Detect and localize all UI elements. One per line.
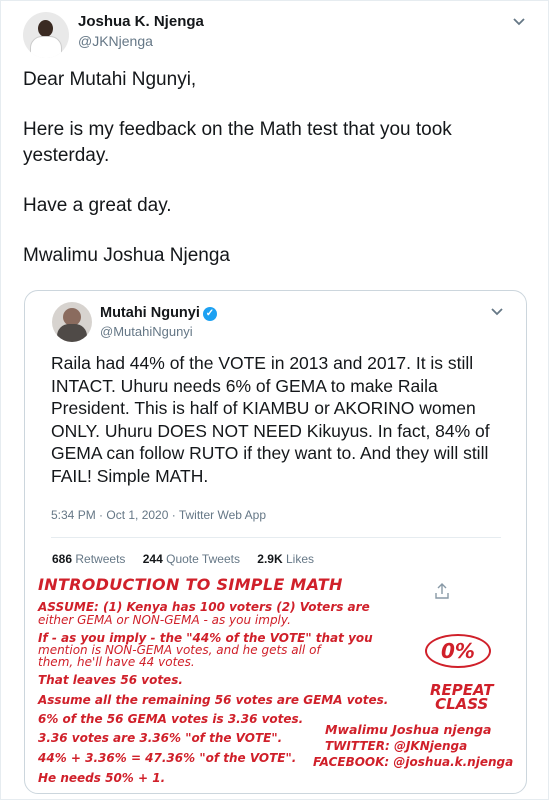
annotation-line: them, he'll have 44 votes.	[38, 655, 195, 669]
annotation-title: INTRODUCTION TO SIMPLE MATH	[38, 575, 343, 594]
avatar-body-shape	[57, 324, 87, 342]
annotation-line: ASSUME: (1) Kenya has 100 voters (2) Vot…	[38, 600, 370, 614]
annotation-signature: Mwalimu Joshua njenga	[325, 722, 492, 737]
annotation-line: Assume all the remaining 56 votes are GE…	[38, 693, 389, 707]
annotation-facebook: FACEBOOK: @joshua.k.njenga	[313, 755, 514, 769]
quoted-author-handle[interactable]: @MutahiNgunyi	[100, 324, 193, 339]
quoted-tweet-text: Raila had 44% of the VOTE in 2013 and 20…	[51, 353, 490, 486]
annotation-twitter: TWITTER: @JKNjenga	[325, 739, 468, 753]
annotation-line: 44% + 3.36% = 47.36% "of the VOTE".	[38, 751, 297, 765]
quoted-tweet[interactable]: Mutahi Ngunyi ✓ @MutahiNgunyi Raila had 4…	[24, 290, 527, 794]
author-name[interactable]: Joshua K. Njenga	[78, 13, 204, 30]
author-avatar[interactable]	[23, 12, 69, 58]
verdict-line: CLASS	[435, 695, 489, 713]
verified-badge-icon: ✓	[202, 307, 217, 321]
annotation-line: That leaves 56 votes.	[38, 673, 183, 687]
chevron-down-icon[interactable]	[490, 304, 504, 323]
tweet-paragraph: Dear Mutahi Ngunyi,	[23, 69, 197, 90]
quote-tweets-stat[interactable]: 244 Quote Tweets	[143, 552, 240, 566]
chevron-down-icon[interactable]	[512, 14, 526, 33]
annotation-line: 6% of the 56 GEMA votes is 3.36 votes.	[38, 712, 304, 726]
engagement-stats: 686 Retweets 244 Quote Tweets 2.9K Likes	[52, 552, 314, 566]
share-icon[interactable]	[434, 582, 450, 600]
divider	[51, 537, 501, 538]
author-handle[interactable]: @JKNjenga	[78, 33, 153, 49]
tweet-body: Dear Mutahi Ngunyi, Here is my feedback …	[23, 67, 523, 293]
quoted-author-name[interactable]: Mutahi Ngunyi	[100, 305, 200, 321]
tweet-paragraph: Have a great day.	[23, 195, 172, 216]
retweets-stat[interactable]: 686 Retweets	[52, 552, 125, 566]
tweet-card: Joshua K. Njenga @JKNjenga Dear Mutahi N…	[0, 0, 549, 800]
avatar-head-shape	[38, 20, 53, 37]
tweet-paragraph: Mwalimu Joshua Njenga	[23, 245, 230, 266]
quoted-author-avatar[interactable]	[52, 302, 92, 342]
quoted-author-name-row[interactable]: Mutahi Ngunyi ✓	[100, 305, 217, 321]
annotation-line: He needs 50% + 1.	[38, 771, 166, 785]
annotation-line: either GEMA or NON-GEMA - as you imply.	[38, 613, 291, 627]
avatar-body-shape	[30, 36, 62, 58]
likes-stat[interactable]: 2.9K Likes	[257, 552, 314, 566]
annotation-line: 3.36 votes are 3.36% "of the VOTE".	[38, 731, 283, 745]
quoted-tweet-timestamp[interactable]: 5:34 PM · Oct 1, 2020 · Twitter Web App	[51, 508, 266, 522]
tweet-paragraph: Here is my feedback on the Math test tha…	[23, 119, 452, 166]
repeat-class-verdict: REPEAT CLASS	[430, 683, 493, 713]
grade-stamp: 0%	[425, 634, 491, 668]
